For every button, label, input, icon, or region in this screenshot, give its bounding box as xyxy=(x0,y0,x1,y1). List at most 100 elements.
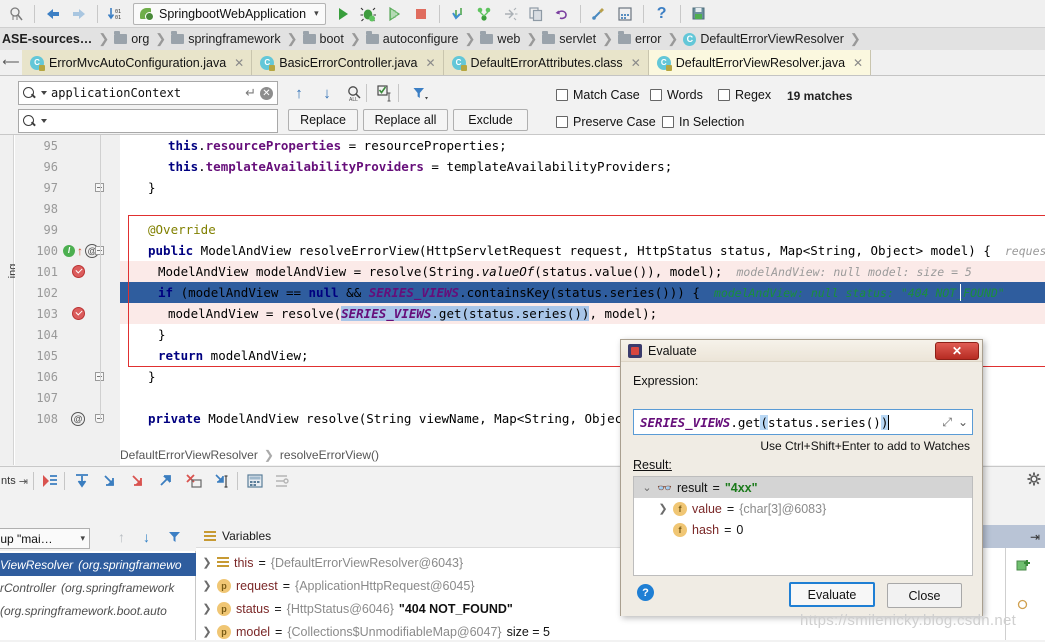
find-next-icon[interactable]: ↓ xyxy=(316,82,338,104)
regex-checkbox[interactable] xyxy=(718,89,730,101)
run-configuration-selector[interactable]: SpringbootWebApplication ▾ xyxy=(133,2,326,25)
help-icon[interactable]: ? xyxy=(637,584,654,601)
run-to-cursor-icon[interactable] xyxy=(210,468,234,494)
exclude-button[interactable]: Exclude xyxy=(453,109,528,131)
frames-panel[interactable]: group "mai… ▾ ↑ ↓ ViewResolver (org.spri… xyxy=(0,525,196,642)
save-all-icon[interactable] xyxy=(687,2,711,26)
back-icon[interactable] xyxy=(41,2,65,26)
evaluate-expression-icon[interactable] xyxy=(243,468,267,494)
close-icon[interactable]: ✕ xyxy=(631,56,641,70)
close-button[interactable]: ✕ xyxy=(935,342,979,360)
breadcrumb-item-5[interactable]: web xyxy=(476,28,525,50)
breadcrumb-item-6[interactable]: servlet xyxy=(538,28,601,50)
step-over-icon[interactable] xyxy=(70,468,94,494)
match-case-checkbox[interactable] xyxy=(556,89,568,101)
expand-twisty-icon[interactable]: ❯ xyxy=(658,502,668,515)
evaluate-dialog[interactable]: Evaluate ✕ Expression: SERIES_VIEWS.get(… xyxy=(620,339,983,616)
result-row-hash[interactable]: f hash = 0 xyxy=(634,519,972,540)
match-case-checkbox-row[interactable]: Match Case xyxy=(556,88,640,102)
variable-row-status[interactable]: ❯ p status = {HttpStatus@6046} "404 NOT_… xyxy=(196,597,513,620)
evaluate-button[interactable]: Evaluate xyxy=(789,582,875,607)
breadcrumb-item-3[interactable]: boot xyxy=(299,28,349,50)
frame-row-1[interactable]: rController (org.springframework xyxy=(0,576,196,599)
clear-icon[interactable]: ✕ xyxy=(260,86,273,100)
replace-button[interactable]: Replace xyxy=(288,109,358,131)
frames-down-icon[interactable]: ↓ xyxy=(143,529,150,545)
frames-up-icon[interactable]: ↑ xyxy=(118,529,125,545)
breadcrumb-method[interactable]: resolveErrorView() xyxy=(280,448,379,462)
settings-icon[interactable] xyxy=(587,2,611,26)
filter-icon[interactable] xyxy=(408,82,432,104)
run-with-coverage-button[interactable] xyxy=(383,2,407,26)
settings-icon[interactable] xyxy=(270,468,294,494)
implementing-method-icon[interactable]: I xyxy=(63,244,75,257)
breadcrumb-item-8[interactable]: C DefaultErrorViewResolver xyxy=(679,28,849,50)
chevron-down-icon[interactable]: ⌄ xyxy=(958,415,968,429)
close-icon[interactable]: ✕ xyxy=(234,56,244,70)
variable-row-model[interactable]: ❯ p model = {Collections$UnmodifiableMap… xyxy=(196,620,550,642)
frame-row-2[interactable]: (org.springframework.boot.auto xyxy=(0,599,196,622)
frames-filter-icon[interactable] xyxy=(168,531,183,547)
debug-tab-label[interactable]: nts ⇥ xyxy=(0,467,30,495)
close-icon[interactable]: ✕ xyxy=(425,56,435,70)
in-selection-checkbox-row[interactable]: In Selection xyxy=(662,115,744,129)
breadcrumb-item-4[interactable]: autoconfigure xyxy=(362,28,464,50)
editor-gutter[interactable]: 95 96 97 98 99 100 I ↑ @ 101 102 103 104… xyxy=(15,135,120,465)
preserve-case-checkbox-row[interactable]: Preserve Case xyxy=(556,115,656,129)
select-all-occurrences-icon[interactable] xyxy=(374,82,398,104)
expand-icon[interactable]: ⤢ xyxy=(942,415,952,430)
expression-text[interactable]: SERIES_VIEWS.get(status.series()) xyxy=(640,414,942,430)
breadcrumb-item-2[interactable]: springframework xyxy=(167,28,285,50)
result-tree[interactable]: ⌄ 👓 result = "4xx" ❯ f value = {char[3]@… xyxy=(633,476,973,576)
breakpoint-icon[interactable] xyxy=(72,265,85,278)
expression-input-wrapper[interactable]: SERIES_VIEWS.get(status.series()) ⤢ ⌄ xyxy=(633,409,973,435)
regex-checkbox-row[interactable]: Regex xyxy=(718,88,771,102)
stop-button[interactable] xyxy=(409,2,433,26)
collapse-twisty-icon[interactable]: ⌄ xyxy=(642,481,652,494)
step-into-icon[interactable] xyxy=(98,468,122,494)
breadcrumb-item-1[interactable]: org xyxy=(110,28,154,50)
result-row-result[interactable]: ⌄ 👓 result = "4xx" xyxy=(634,477,972,498)
run-button[interactable] xyxy=(331,2,355,26)
expand-twisty-icon[interactable]: ❯ xyxy=(202,602,212,615)
debug-button[interactable] xyxy=(357,2,381,26)
frame-row-0[interactable]: ViewResolver (org.springframewo xyxy=(0,553,196,576)
breadcrumb-item-0[interactable]: ASE-sources… xyxy=(0,28,97,50)
add-watch-icon[interactable] xyxy=(1016,558,1030,572)
replace-field-wrapper[interactable] xyxy=(18,109,278,133)
expand-twisty-icon[interactable]: ❯ xyxy=(202,556,212,569)
structure-icon[interactable] xyxy=(613,2,637,26)
thread-selector[interactable]: group "mai… ▾ xyxy=(0,528,90,549)
replace-input[interactable] xyxy=(51,114,273,128)
update-project-icon[interactable] xyxy=(446,2,470,26)
tabs-scroll-left-icon[interactable]: ⟵ xyxy=(0,50,22,75)
breakpoint-icon[interactable] xyxy=(72,307,85,320)
preserve-case-checkbox[interactable] xyxy=(556,116,568,128)
words-checkbox[interactable] xyxy=(650,89,662,101)
find-previous-icon[interactable]: ↑ xyxy=(288,82,310,104)
variable-row-this[interactable]: ❯ this = {DefaultErrorViewResolver@6043} xyxy=(196,551,463,574)
step-down-icon[interactable]: 01 01 xyxy=(104,2,128,26)
step-out-icon[interactable] xyxy=(154,468,178,494)
undo-icon[interactable] xyxy=(550,2,574,26)
force-step-into-icon[interactable] xyxy=(126,468,150,494)
annotation-icon[interactable]: @ xyxy=(71,411,85,426)
breadcrumb-class[interactable]: DefaultErrorViewResolver xyxy=(120,448,258,462)
close-icon[interactable]: ✕ xyxy=(853,56,863,70)
in-selection-checkbox[interactable] xyxy=(662,116,674,128)
result-row-value[interactable]: ❯ f value = {char[3]@6083} xyxy=(634,498,972,519)
forward-icon[interactable] xyxy=(67,2,91,26)
editor-tab-1[interactable]: C BasicErrorController.java ✕ xyxy=(252,50,444,75)
expand-twisty-icon[interactable]: ❯ xyxy=(202,625,212,638)
editor-tab-3[interactable]: C DefaultErrorViewResolver.java ✕ xyxy=(648,50,872,75)
search-everywhere-icon[interactable] xyxy=(4,2,28,26)
words-checkbox-row[interactable]: Words xyxy=(650,88,703,102)
expand-twisty-icon[interactable]: ❯ xyxy=(202,579,212,592)
variable-row-request[interactable]: ❯ p request = {ApplicationHttpRequest@60… xyxy=(196,574,475,597)
search-field-wrapper[interactable]: ↵ ✕ xyxy=(18,81,278,105)
enter-icon[interactable]: ↵ xyxy=(245,85,256,101)
watch-item-icon[interactable] xyxy=(1016,598,1030,612)
breadcrumb-item-7[interactable]: error xyxy=(614,28,666,50)
copy-icon[interactable] xyxy=(524,2,548,26)
editor-tab-0[interactable]: C ErrorMvcAutoConfiguration.java ✕ xyxy=(22,50,253,75)
